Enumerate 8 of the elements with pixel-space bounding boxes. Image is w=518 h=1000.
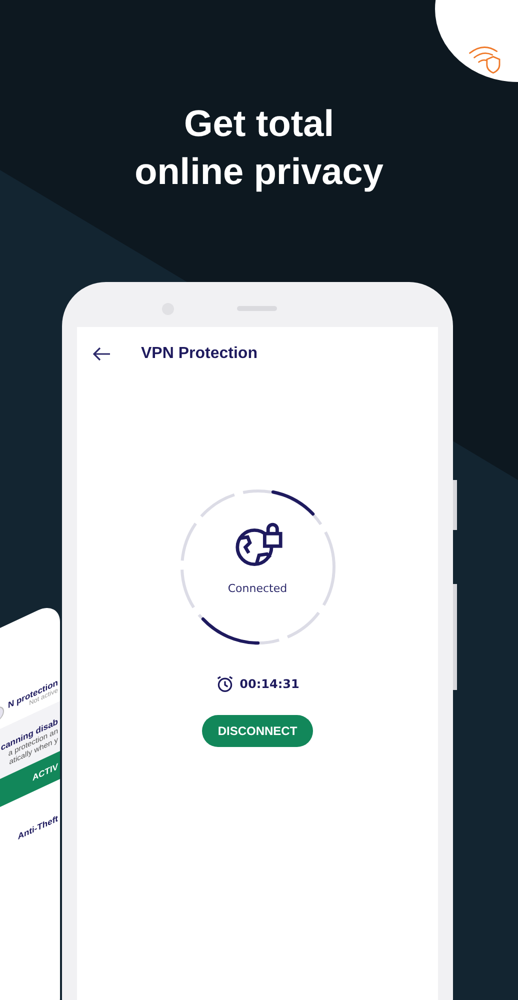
connection-status: Connected: [226, 582, 288, 595]
screen-title: VPN Protection: [141, 345, 258, 363]
globe-lock-icon: [234, 522, 284, 568]
disconnect-button[interactable]: DISCONNECT: [202, 715, 314, 747]
alarm-clock-icon: [216, 675, 234, 693]
back-arrow-icon[interactable]: [93, 347, 111, 361]
elapsed-time: 00:14:31: [240, 677, 300, 691]
headline: Get total online privacy: [134, 102, 384, 194]
